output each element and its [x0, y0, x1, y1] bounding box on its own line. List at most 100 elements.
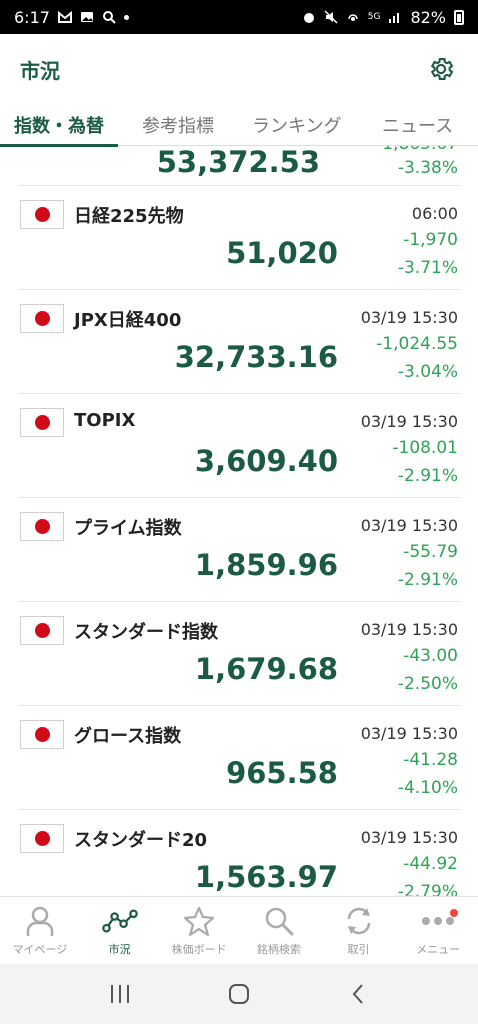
tab-ranking[interactable]: ランキング — [252, 104, 341, 146]
price-value: 3,609.40 — [194, 444, 338, 478]
change-percent: -2.79% — [397, 882, 458, 896]
list-item[interactable]: スタンダード指数 03/19 15:30 -43.00 1,679.68 -2.… — [18, 602, 460, 706]
price-value: 1,679.68 — [194, 652, 338, 686]
index-name: スタンダード20 — [74, 830, 208, 851]
tab-indices-fx[interactable]: 指数・為替 — [0, 104, 118, 147]
nav-label: 取引 — [347, 943, 370, 956]
list-item[interactable]: プライム指数 03/19 15:30 -55.79 1,859.96 -2.91… — [18, 498, 460, 602]
japan-flag-icon — [20, 512, 64, 541]
battery-icon — [454, 9, 464, 25]
nav-label: メニュー — [416, 943, 461, 956]
price-value: 1,859.96 — [194, 548, 338, 582]
status-bar: 6:17 5G 82% — [0, 0, 478, 34]
network-type: 5G — [367, 11, 381, 22]
assistant-icon — [102, 11, 116, 24]
update-time: 03/19 15:30 — [360, 620, 458, 639]
market-chart-icon — [101, 909, 138, 933]
change-value: -1,970 — [403, 230, 458, 250]
back-button[interactable] — [338, 974, 378, 1014]
home-button[interactable] — [219, 974, 259, 1014]
system-navigation — [0, 964, 478, 1024]
update-time: 06:00 — [411, 204, 458, 223]
japan-flag-icon — [20, 616, 64, 645]
japan-flag-icon — [20, 720, 64, 749]
app-header: 市況 — [0, 34, 478, 104]
nav-label: 市況 — [108, 943, 131, 956]
nav-stock-board[interactable]: 株価ボード — [159, 897, 239, 964]
index-name: JPX日経400 — [74, 310, 182, 331]
update-time: 03/19 15:30 — [360, 412, 458, 431]
mute-icon — [324, 10, 338, 24]
list-item-partial[interactable]: -1,865.67 53,372.53 -3.38% — [18, 146, 460, 186]
index-name: プライム指数 — [74, 518, 182, 539]
nav-market[interactable]: 市況 — [80, 897, 160, 964]
index-name: TOPIX — [74, 410, 136, 431]
change-value: -1,865.67 — [376, 146, 458, 154]
update-time: 03/19 15:30 — [360, 516, 458, 535]
price-value: 32,733.16 — [174, 340, 338, 374]
nav-label: マイページ — [12, 943, 68, 956]
nav-label: 銘柄検索 — [256, 943, 301, 956]
home-icon — [228, 984, 249, 1004]
nav-trade[interactable]: 取引 — [319, 897, 399, 964]
recent-apps-icon — [110, 985, 129, 1003]
status-time: 6:17 — [14, 7, 50, 27]
person-icon — [26, 906, 54, 936]
hotspot-icon — [347, 14, 358, 21]
change-value: -44.92 — [403, 854, 458, 874]
update-time: 03/19 15:30 — [360, 308, 458, 327]
more-icon — [422, 917, 455, 925]
gear-icon — [430, 58, 454, 80]
change-percent: -2.50% — [397, 674, 458, 694]
japan-flag-icon — [20, 824, 64, 853]
change-percent: -3.38% — [397, 158, 458, 178]
tab-news[interactable]: ニュース — [382, 104, 453, 146]
gmail-icon — [57, 10, 72, 23]
list-item[interactable]: グロース指数 03/19 15:30 -41.28 965.58 -4.10% — [18, 706, 460, 810]
index-name: スタンダード指数 — [74, 622, 218, 643]
settings-button[interactable] — [424, 52, 458, 86]
change-percent: -2.91% — [397, 466, 458, 486]
list-item[interactable]: JPX日経400 03/19 15:30 -1,024.55 32,733.16… — [18, 290, 460, 394]
index-name: 日経225先物 — [74, 206, 184, 227]
japan-flag-icon — [20, 304, 64, 333]
change-percent: -3.71% — [397, 258, 458, 278]
price-value: 1,563.97 — [194, 860, 338, 894]
change-percent: -2.91% — [397, 570, 458, 590]
change-value: -108.01 — [392, 438, 458, 458]
star-icon — [184, 906, 215, 937]
update-time: 03/19 15:30 — [360, 724, 458, 743]
page-title: 市況 — [20, 58, 60, 83]
tab-reference-indicators[interactable]: 参考指標 — [142, 104, 214, 146]
recent-apps-button[interactable] — [100, 974, 140, 1014]
list-item[interactable]: TOPIX 03/19 15:30 -108.01 3,609.40 -2.91… — [18, 394, 460, 498]
nav-mypage[interactable]: マイページ — [0, 897, 80, 964]
back-icon — [352, 984, 364, 1004]
gallery-icon — [80, 12, 93, 22]
change-percent: -3.04% — [397, 362, 458, 382]
change-value: -43.00 — [403, 646, 458, 666]
price-value: 53,372.53 — [156, 146, 320, 179]
price-value: 51,020 — [226, 236, 338, 270]
market-tabs: 指数・為替 参考指標 ランキング ニュース — [0, 104, 478, 147]
battery-percent: 82% — [410, 7, 446, 27]
nav-menu[interactable]: メニュー — [398, 897, 478, 964]
notification-badge — [450, 909, 459, 917]
refresh-icon — [347, 907, 370, 935]
change-value: -55.79 — [403, 542, 458, 562]
nav-label: 株価ボード — [171, 943, 227, 956]
list-item[interactable]: 日経225先物 06:00 -1,970 51,020 -3.71% — [18, 186, 460, 290]
list-item[interactable]: スタンダード20 03/19 15:30 -44.92 1,563.97 -2.… — [18, 810, 460, 896]
change-value: -1,024.55 — [376, 334, 458, 354]
alarm-icon — [303, 13, 314, 23]
index-list[interactable]: -1,865.67 53,372.53 -3.38% 日経225先物 06:00… — [0, 146, 478, 896]
notification-dot-icon — [123, 14, 129, 20]
search-icon — [265, 907, 294, 936]
price-value: 965.58 — [226, 756, 338, 790]
japan-flag-icon — [20, 200, 64, 229]
nav-stock-search[interactable]: 銘柄検索 — [239, 897, 319, 964]
update-time: 03/19 15:30 — [360, 828, 458, 847]
bottom-navigation: マイページ 市況 株価ボード 銘柄検索 取引 メニュー — [0, 896, 478, 964]
change-value: -41.28 — [403, 750, 458, 770]
signal-icon — [389, 13, 400, 23]
